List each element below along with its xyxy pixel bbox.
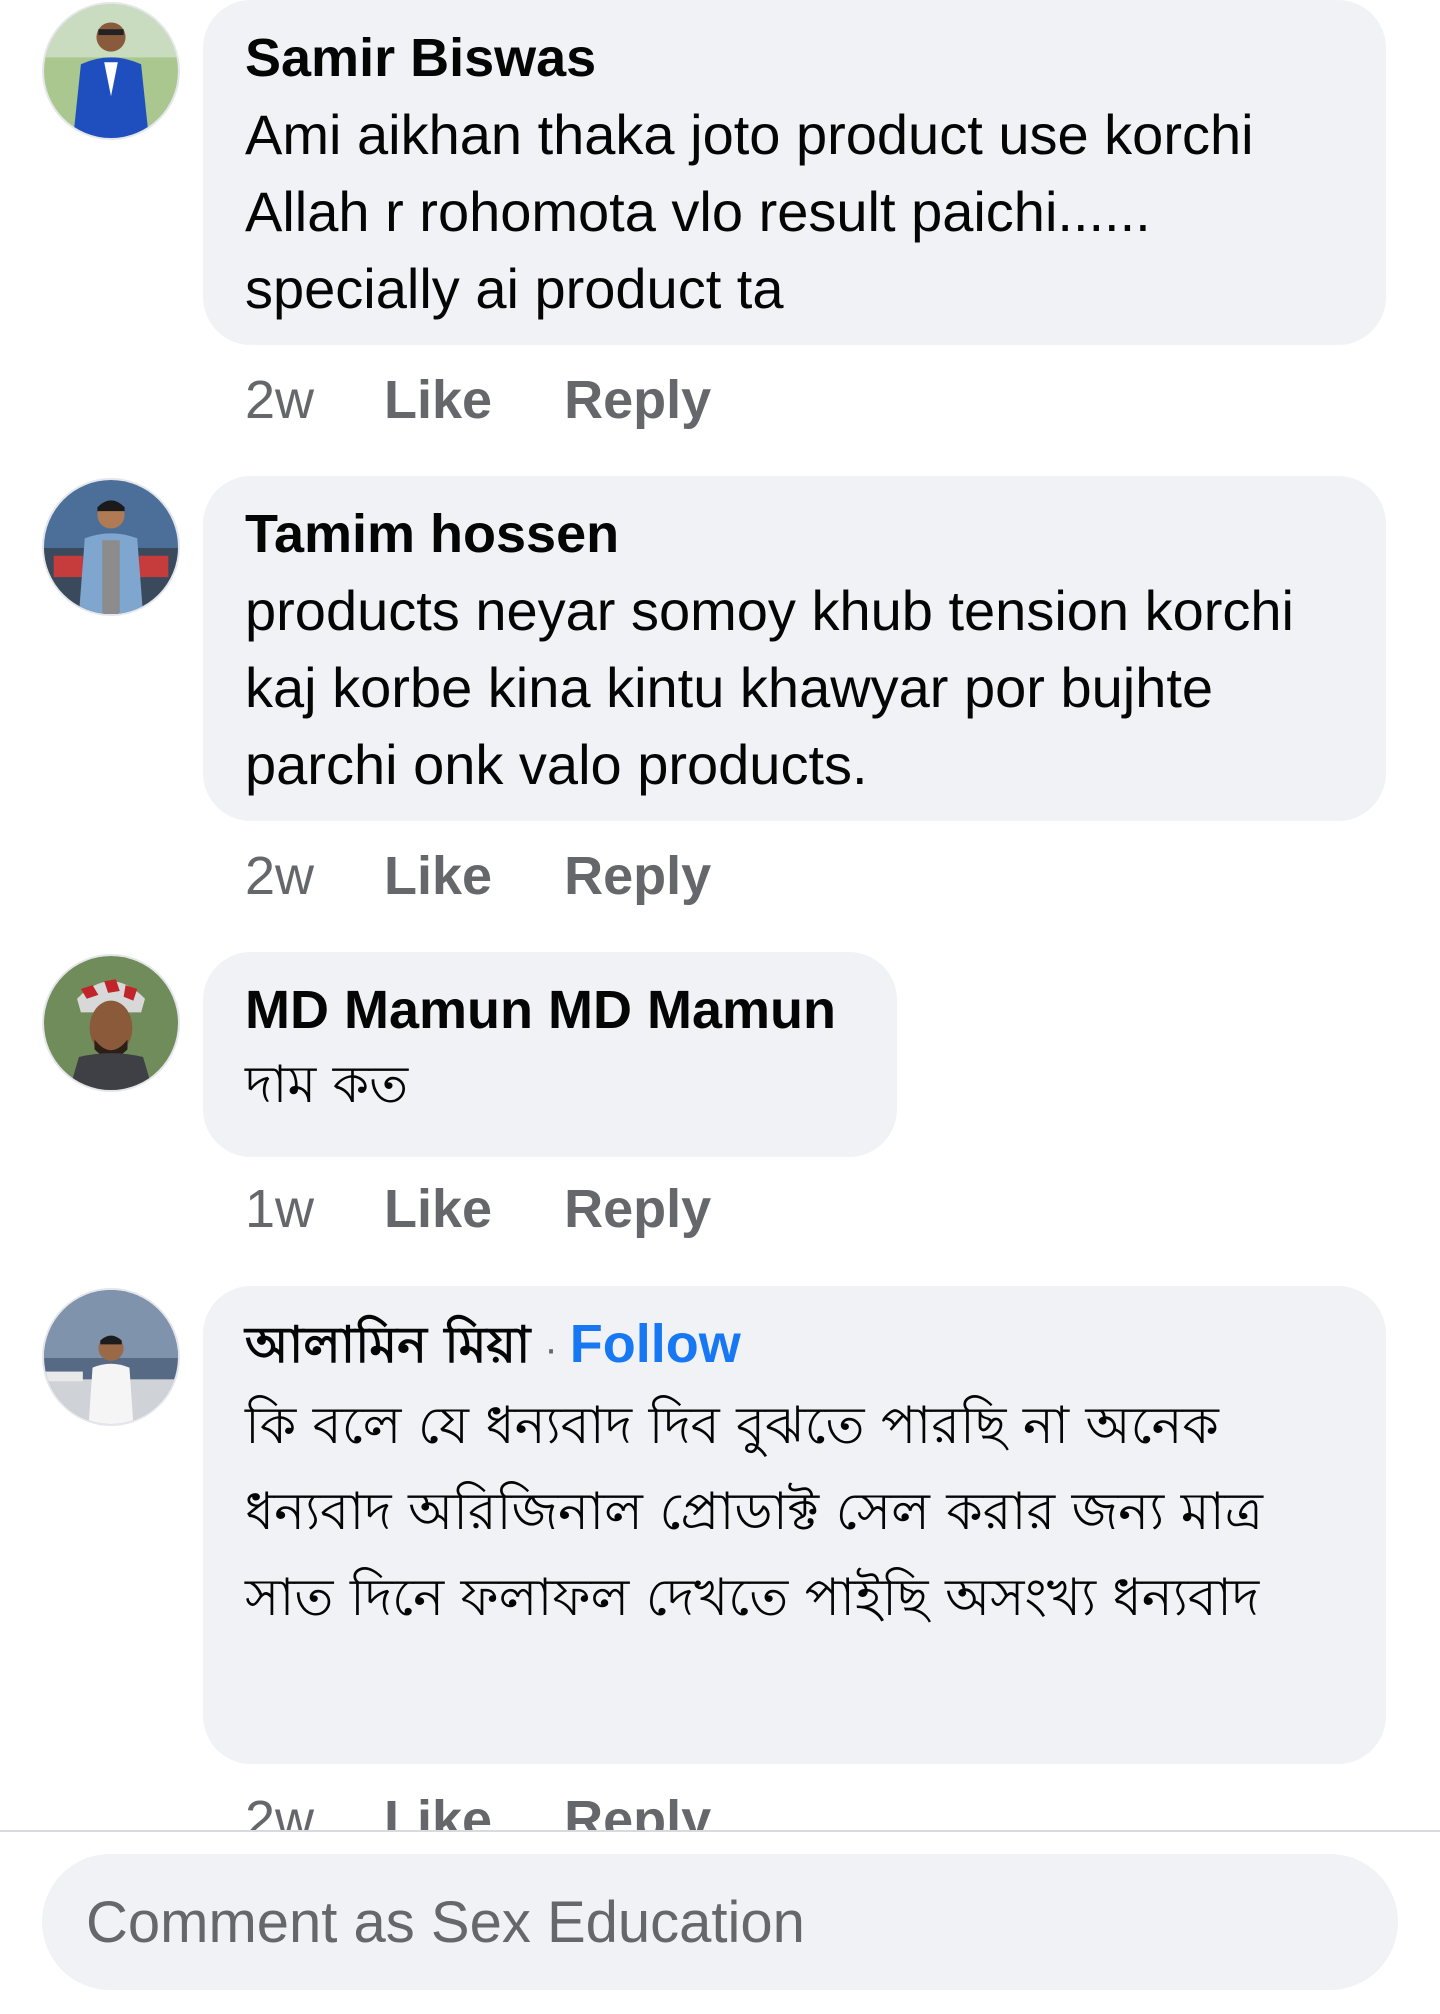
profile-photo-icon [44, 1290, 178, 1424]
comment-composer-bar [0, 1830, 1440, 2014]
comment-bubble: Samir Biswas Ami aikhan thaka joto produ… [203, 0, 1386, 345]
reply-button[interactable]: Reply [564, 368, 711, 432]
follow-link[interactable]: Follow [570, 1312, 741, 1376]
comment-actions: 2w Like Reply [245, 844, 711, 908]
like-button[interactable]: Like [384, 844, 492, 908]
comment-timestamp[interactable]: 1w [245, 1177, 314, 1241]
comment-bubble: আলামিন মিয়া · Follow কি বলে যে ধন্যবাদ … [203, 1286, 1386, 1764]
comment-timestamp[interactable]: 2w [245, 844, 314, 908]
comment-author[interactable]: আলামিন মিয়া [245, 1313, 530, 1377]
profile-photo-icon [44, 956, 178, 1090]
avatar[interactable] [42, 2, 180, 140]
comment-actions: 2w Like Reply [245, 368, 711, 432]
comment-bubble: MD Mamun MD Mamun দাম কত [203, 952, 897, 1157]
comment-text: Ami aikhan thaka joto product use korchi… [245, 103, 1254, 320]
comment-author[interactable]: MD Mamun MD Mamun [245, 978, 836, 1042]
avatar[interactable] [42, 478, 180, 616]
comment-author[interactable]: Tamim hossen [245, 502, 619, 566]
author-line: Tamim hossen [245, 502, 1344, 566]
comment-text: দাম কত [245, 1055, 409, 1115]
comments-screen: Samir Biswas Ami aikhan thaka joto produ… [0, 0, 1440, 2014]
author-line: Samir Biswas [245, 26, 1344, 90]
comment-actions: 1w Like Reply [245, 1177, 711, 1241]
comment-bubble: Tamim hossen products neyar somoy khub t… [203, 476, 1386, 821]
comment-text: products neyar somoy khub tension korchi… [245, 579, 1294, 796]
author-line: আলামিন মিয়া · Follow [245, 1312, 1344, 1377]
comment-author[interactable]: Samir Biswas [245, 26, 596, 90]
like-button[interactable]: Like [384, 368, 492, 432]
comment-timestamp[interactable]: 2w [245, 368, 314, 432]
comment-text: কি বলে যে ধন্যবাদ দিব বুঝতে পারছি না অনে… [245, 1396, 1263, 1628]
profile-photo-icon [44, 4, 178, 138]
comment-input[interactable] [42, 1854, 1398, 1990]
reply-button[interactable]: Reply [564, 1177, 711, 1241]
reply-button[interactable]: Reply [564, 844, 711, 908]
like-button[interactable]: Like [384, 1177, 492, 1241]
follow-separator: · [544, 1327, 558, 1371]
profile-photo-icon [44, 480, 178, 614]
avatar[interactable] [42, 1288, 180, 1426]
avatar[interactable] [42, 954, 180, 1092]
author-line: MD Mamun MD Mamun [245, 978, 855, 1042]
